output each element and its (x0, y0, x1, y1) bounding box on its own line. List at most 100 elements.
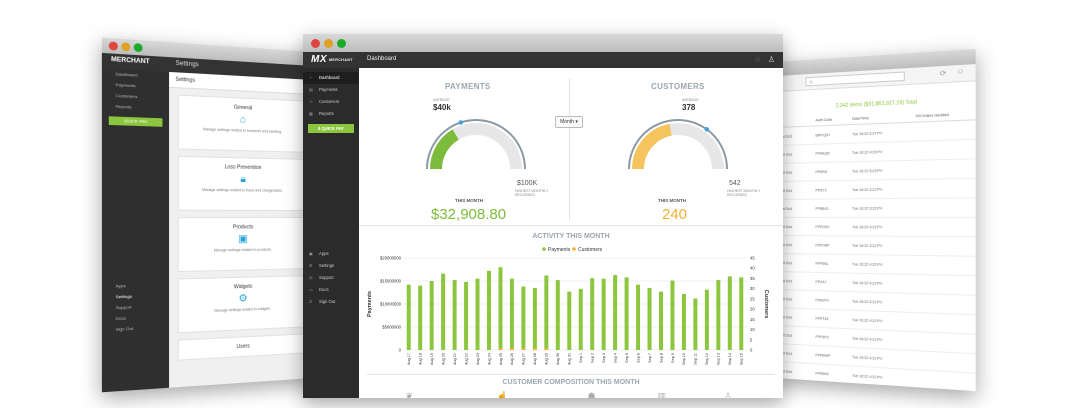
bar-payments[interactable] (452, 280, 457, 350)
bar-payments[interactable] (475, 278, 480, 350)
bar-payments[interactable] (647, 287, 652, 350)
sign-out-icon: ⏻ (309, 299, 313, 304)
bar-payments[interactable] (487, 270, 491, 350)
customers-icon: ☺ (309, 99, 314, 104)
bar-payments[interactable] (567, 291, 572, 350)
bar-payments[interactable] (578, 288, 583, 350)
table-row[interactable]: Set Dcd PPZY2 Tue 16:22 4:22 PV (776, 178, 976, 200)
zoom-dot[interactable] (337, 39, 346, 48)
bar-customers[interactable] (521, 347, 525, 350)
user-icon[interactable]: ☺ (956, 68, 964, 76)
table-cell: FPR5KF (815, 371, 829, 377)
bar-payments[interactable] (704, 289, 709, 350)
sidebar-item-reports[interactable]: Reports (102, 101, 169, 115)
bar-payments[interactable] (464, 281, 469, 350)
card-title: Products (232, 224, 254, 231)
settings-main: Settings General ⌂ Manage settings relat… (169, 71, 313, 388)
home-icon: ⌂ (239, 114, 247, 126)
customers-max-value: 542 (729, 180, 741, 187)
bar-payments[interactable] (613, 275, 618, 350)
y2-tick-label: 15 (750, 317, 755, 322)
bar-payments[interactable] (429, 281, 434, 350)
card-description: Manage settings related to business and … (202, 127, 283, 134)
composition-title: CUSTOMER COMPOSITION THIS MONTH (502, 379, 640, 386)
bar-payments[interactable] (509, 278, 514, 350)
bar-customers[interactable] (510, 347, 514, 350)
month-dropdown[interactable]: Month ▾ (555, 116, 583, 128)
refresh-icon[interactable]: ⟳ (940, 69, 947, 78)
bar-payments[interactable] (441, 273, 446, 350)
users-card[interactable]: Users (177, 333, 306, 361)
quick-pay-button[interactable]: $ QUICK PAY (308, 124, 354, 133)
zoom-dot[interactable] (133, 43, 143, 53)
logo-mark: MX (311, 54, 327, 65)
bar-payments[interactable] (693, 298, 698, 350)
bar-payments[interactable] (590, 278, 595, 350)
bar-payments[interactable] (601, 278, 606, 350)
bar-payments[interactable] (406, 284, 411, 350)
sidebar-item-reports[interactable]: ▦ Reports (303, 108, 359, 120)
table-cell: Tue 16:22 4:22 PV (852, 355, 883, 361)
sidebar-item-docs[interactable]: ▭ Docs (303, 284, 359, 296)
bar-payments[interactable] (544, 275, 549, 350)
customers-title: CUSTOMERS (651, 82, 705, 91)
bar-payments[interactable] (555, 280, 560, 350)
y-tick-label: $15000000 (380, 279, 402, 284)
sidebar-item-label: Sign Out (319, 299, 336, 304)
bar-customers[interactable] (498, 347, 502, 350)
bar-payments[interactable] (521, 286, 526, 350)
bar-payments[interactable] (681, 293, 686, 350)
close-dot[interactable] (311, 39, 320, 48)
sidebar-item-payments[interactable]: ▤ Payments (303, 84, 359, 96)
activity-title: ACTIVITY THIS MONTH (532, 233, 610, 240)
logo[interactable]: MERCHANT (111, 57, 150, 66)
products-card[interactable]: Products ▣ Manage settings related to pr… (177, 217, 306, 273)
column-header[interactable]: Auth Code (815, 117, 852, 126)
bar-payments[interactable] (727, 276, 732, 350)
sidebar-item-label: Payments (319, 87, 338, 92)
sidebar-item-sign-out[interactable]: ⏻ Sign Out (303, 296, 359, 308)
settings-icon[interactable]: ◌ (755, 55, 760, 64)
bar-payments[interactable] (624, 277, 629, 350)
bar-payments[interactable] (670, 280, 675, 350)
payments-avg-label: AVERAGE (433, 98, 450, 102)
sidebar-item-label: Docs (319, 287, 329, 292)
general-card[interactable]: General ⌂ Manage settings related to bus… (177, 94, 306, 153)
x-tick-label: Sep 14 (728, 353, 732, 365)
search-input[interactable]: Q (805, 71, 905, 87)
user-icon[interactable]: ♙ (768, 55, 775, 64)
table-row[interactable]: Set Dcd FPPG9V Tue 16:22 4:22 PV (776, 217, 976, 238)
docs-icon: ▭ (309, 287, 313, 292)
bar-payments[interactable] (532, 287, 537, 350)
widgets-card[interactable]: Widgets ⚙ Manage settings related to wid… (177, 275, 306, 334)
bar-payments[interactable] (498, 267, 503, 350)
sidebar-item-support[interactable]: ◎ Support (303, 272, 359, 284)
logo[interactable]: MX MERCHANT (311, 54, 353, 65)
minimize-dot[interactable] (121, 42, 131, 52)
minimize-dot[interactable] (324, 39, 333, 48)
bar-payments[interactable] (418, 285, 423, 350)
loss-prevention-card[interactable]: Loss Prevention 🔒︎ Manage settings relat… (177, 155, 306, 211)
sidebar-item-dashboard[interactable]: ◔ Dashboard (303, 72, 359, 84)
bar-payments[interactable] (636, 284, 641, 350)
sidebar-item-label: Apps (319, 251, 329, 256)
sidebar-item-apps[interactable]: ▣ Apps (303, 248, 359, 260)
card-description: Manage settings related to products. (213, 247, 272, 253)
table-cell: Tue 16:22 4:22 PV (852, 373, 883, 380)
bar-payments[interactable] (716, 280, 721, 350)
bar-payments[interactable] (739, 277, 744, 350)
sidebar-bottom: ▣ Apps ⚙ Settings ◎ Support ▭ Docs ⏻ Sign Out (303, 248, 359, 308)
bar-payments[interactable] (659, 291, 663, 350)
legend-swatch-payments (542, 247, 546, 251)
bar-customers[interactable] (544, 347, 548, 350)
close-dot[interactable] (108, 41, 118, 51)
table-cell: FPB6A1 (815, 206, 829, 211)
table-cell: FPPH8C (815, 383, 852, 391)
table-row[interactable]: Set Dcd FPB6A1 Tue 16:22 3:22 PV (776, 198, 976, 218)
quick-pay-button[interactable]: QUICK PAY (108, 116, 163, 127)
sidebar-item-sign-out[interactable]: Sign Out (102, 322, 169, 336)
transactions-window: Q ⟳ ☺ 2,342 items ($91,863,927.24) Total… (776, 48, 976, 392)
sidebar-item-settings[interactable]: ⚙ Settings (303, 260, 359, 272)
bar-customers[interactable] (533, 347, 537, 350)
sidebar-item-customers[interactable]: ☺ Customers (303, 96, 359, 108)
